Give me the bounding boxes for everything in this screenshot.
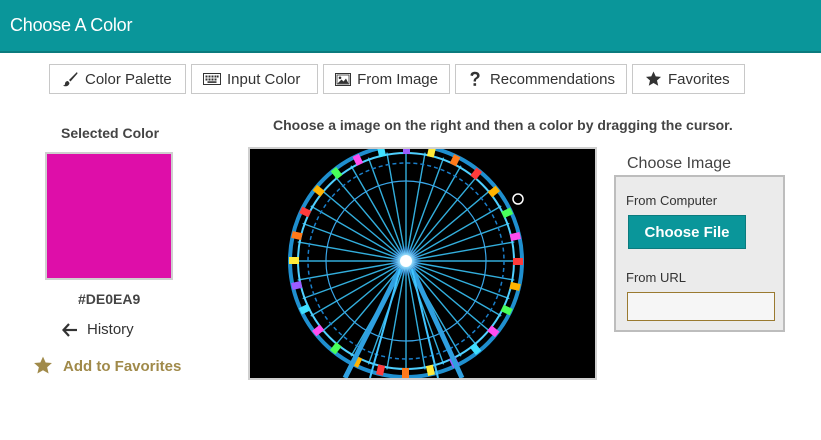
mode-tabs: Color Palette Input Color From Image Rec… xyxy=(49,64,745,94)
from-url-label: From URL xyxy=(626,270,686,285)
choose-image-legend: Choose Image xyxy=(627,155,732,172)
keyboard-icon xyxy=(203,70,221,88)
tab-recommendations[interactable]: Recommendations xyxy=(455,64,627,94)
history-link[interactable]: History xyxy=(62,321,134,338)
star-icon xyxy=(644,70,662,88)
from-computer-label: From Computer xyxy=(626,193,718,208)
tab-from-image[interactable]: From Image xyxy=(323,64,450,94)
image-url-input[interactable] xyxy=(627,292,775,321)
selected-color-label: Selected Color xyxy=(61,125,160,141)
image-icon xyxy=(335,70,352,88)
tab-input-color[interactable]: Input Color xyxy=(191,64,318,94)
app-header: Choose A Color xyxy=(0,0,821,53)
brush-icon xyxy=(61,70,79,88)
selected-color-swatch xyxy=(45,152,173,280)
history-label: History xyxy=(87,321,134,338)
choose-image-panel: From Computer Choose File From URL xyxy=(614,175,785,332)
tab-color-palette[interactable]: Color Palette xyxy=(49,64,186,94)
add-to-favorites-label: Add to Favorites xyxy=(63,357,182,375)
tab-label: Recommendations xyxy=(489,70,615,88)
question-icon xyxy=(467,70,484,88)
arrow-left-icon xyxy=(62,322,78,337)
app-title: Choose A Color xyxy=(10,15,133,35)
star-icon xyxy=(33,356,53,376)
instruction-text: Choose a image on the right and then a c… xyxy=(273,117,733,133)
tab-label: From Image xyxy=(357,70,438,88)
selected-color-hex: #DE0EA9 xyxy=(78,291,141,307)
add-to-favorites-link[interactable]: Add to Favorites xyxy=(33,356,181,376)
tab-label: Color Palette xyxy=(85,70,172,88)
tab-label: Favorites xyxy=(668,70,730,88)
choose-file-button[interactable]: Choose File xyxy=(628,215,746,249)
tab-label: Input Color xyxy=(227,70,301,88)
source-image-ferris-wheel[interactable] xyxy=(248,147,597,380)
tab-favorites[interactable]: Favorites xyxy=(632,64,745,94)
